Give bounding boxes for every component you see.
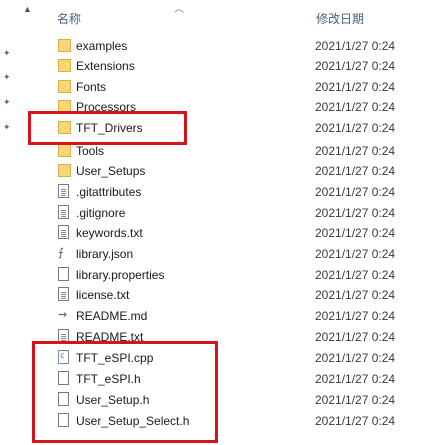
json-file-icon: ⨍ <box>58 247 64 259</box>
date-column-header[interactable]: 修改日期 <box>316 10 364 27</box>
file-icon <box>58 205 71 220</box>
column-header: ▲ ︿ 名称 修改日期 <box>0 0 432 34</box>
file-icon <box>58 184 71 199</box>
modified-date: 2021/1/27 0:24 <box>315 330 396 344</box>
file-row[interactable]: .gitattributes 2021/1/27 0:24 <box>0 181 432 201</box>
file-name: README.txt <box>76 330 144 344</box>
modified-date: 2021/1/27 0:24 <box>315 268 396 282</box>
file-row[interactable]: Fonts 2021/1/27 0:24 <box>0 76 432 96</box>
sort-chevron-icon[interactable]: ︿ <box>174 0 184 15</box>
cpp-file-icon <box>58 350 71 365</box>
file-explorer: ✦ ✦ ✦ ✦ ▲ ︿ 名称 修改日期 examples 2021/1/27 0… <box>0 0 432 445</box>
file-row[interactable]: .gitignore 2021/1/27 0:24 <box>0 202 432 222</box>
modified-date: 2021/1/27 0:24 <box>315 100 396 114</box>
file-name: Fonts <box>76 80 107 94</box>
file-name: User_Setups <box>76 164 146 178</box>
modified-date: 2021/1/27 0:24 <box>315 414 396 428</box>
file-icon <box>58 392 71 407</box>
file-row[interactable]: library.properties 2021/1/27 0:24 <box>0 264 432 284</box>
file-name: User_Setup_Select.h <box>76 414 190 428</box>
file-name: TFT_eSPI.cpp <box>76 351 154 365</box>
file-row[interactable]: TFT_eSPI.h 2021/1/27 0:24 <box>0 368 432 388</box>
file-row[interactable]: TFT_Drivers 2021/1/27 0:24 <box>0 117 432 137</box>
modified-date: 2021/1/27 0:24 <box>315 144 396 158</box>
file-row[interactable]: TFT_eSPI.cpp 2021/1/27 0:24 <box>0 347 432 367</box>
file-name: User_Setup.h <box>76 393 150 407</box>
folder-icon <box>58 143 71 158</box>
file-name: keywords.txt <box>76 226 143 240</box>
file-row[interactable]: Processors 2021/1/27 0:24 <box>0 96 432 116</box>
folder-icon <box>58 163 71 178</box>
file-row[interactable]: ⨍ library.json 2021/1/27 0:24 <box>0 243 432 263</box>
file-name: TFT_eSPI.h <box>76 372 141 386</box>
file-icon <box>58 413 71 428</box>
file-name: .gitignore <box>76 206 126 220</box>
file-name: README.md <box>76 309 148 323</box>
folder-icon <box>58 58 71 73</box>
folder-icon <box>58 120 71 135</box>
file-row[interactable]: Tools 2021/1/27 0:24 <box>0 140 432 160</box>
file-row[interactable]: license.txt 2021/1/27 0:24 <box>0 284 432 304</box>
name-column-header[interactable]: 名称 <box>57 10 81 27</box>
file-row[interactable]: examples 2021/1/27 0:24 <box>0 35 432 55</box>
text-file-icon <box>58 329 71 344</box>
file-name: examples <box>76 39 128 53</box>
file-icon <box>58 371 71 386</box>
modified-date: 2021/1/27 0:24 <box>315 121 396 135</box>
file-row[interactable]: User_Setups 2021/1/27 0:24 <box>0 160 432 180</box>
file-name: library.json <box>76 247 134 261</box>
modified-date: 2021/1/27 0:24 <box>315 288 396 302</box>
folder-icon <box>58 79 71 94</box>
file-name: Extensions <box>76 59 135 73</box>
modified-date: 2021/1/27 0:24 <box>315 39 396 53</box>
folder-icon <box>58 38 71 53</box>
text-file-icon <box>58 225 71 240</box>
file-name: Tools <box>76 144 105 158</box>
file-row[interactable]: README.txt 2021/1/27 0:24 <box>0 326 432 346</box>
file-name: license.txt <box>76 288 130 302</box>
modified-date: 2021/1/27 0:24 <box>315 185 396 199</box>
file-row[interactable]: User_Setup_Select.h 2021/1/27 0:24 <box>0 410 432 430</box>
file-row[interactable]: keywords.txt 2021/1/27 0:24 <box>0 222 432 242</box>
modified-date: 2021/1/27 0:24 <box>315 226 396 240</box>
chevron-up-icon[interactable]: ▲ <box>23 4 32 14</box>
modified-date: 2021/1/27 0:24 <box>315 247 396 261</box>
file-row[interactable]: Extensions 2021/1/27 0:24 <box>0 55 432 75</box>
file-name: Processors <box>76 100 137 114</box>
modified-date: 2021/1/27 0:24 <box>315 164 396 178</box>
modified-date: 2021/1/27 0:24 <box>315 372 396 386</box>
modified-date: 2021/1/27 0:24 <box>315 393 396 407</box>
file-name: .gitattributes <box>76 185 142 199</box>
file-name: library.properties <box>76 268 165 282</box>
modified-date: 2021/1/27 0:24 <box>315 351 396 365</box>
modified-date: 2021/1/27 0:24 <box>315 80 396 94</box>
file-row[interactable]: ⇝ README.md 2021/1/27 0:24 <box>0 305 432 325</box>
text-file-icon <box>58 287 71 302</box>
file-name: TFT_Drivers <box>76 121 143 135</box>
markdown-file-icon: ⇝ <box>58 309 68 321</box>
file-icon <box>58 267 71 282</box>
modified-date: 2021/1/27 0:24 <box>315 206 396 220</box>
file-row[interactable]: User_Setup.h 2021/1/27 0:24 <box>0 389 432 409</box>
modified-date: 2021/1/27 0:24 <box>315 309 396 323</box>
folder-icon <box>58 99 71 114</box>
modified-date: 2021/1/27 0:24 <box>315 59 396 73</box>
